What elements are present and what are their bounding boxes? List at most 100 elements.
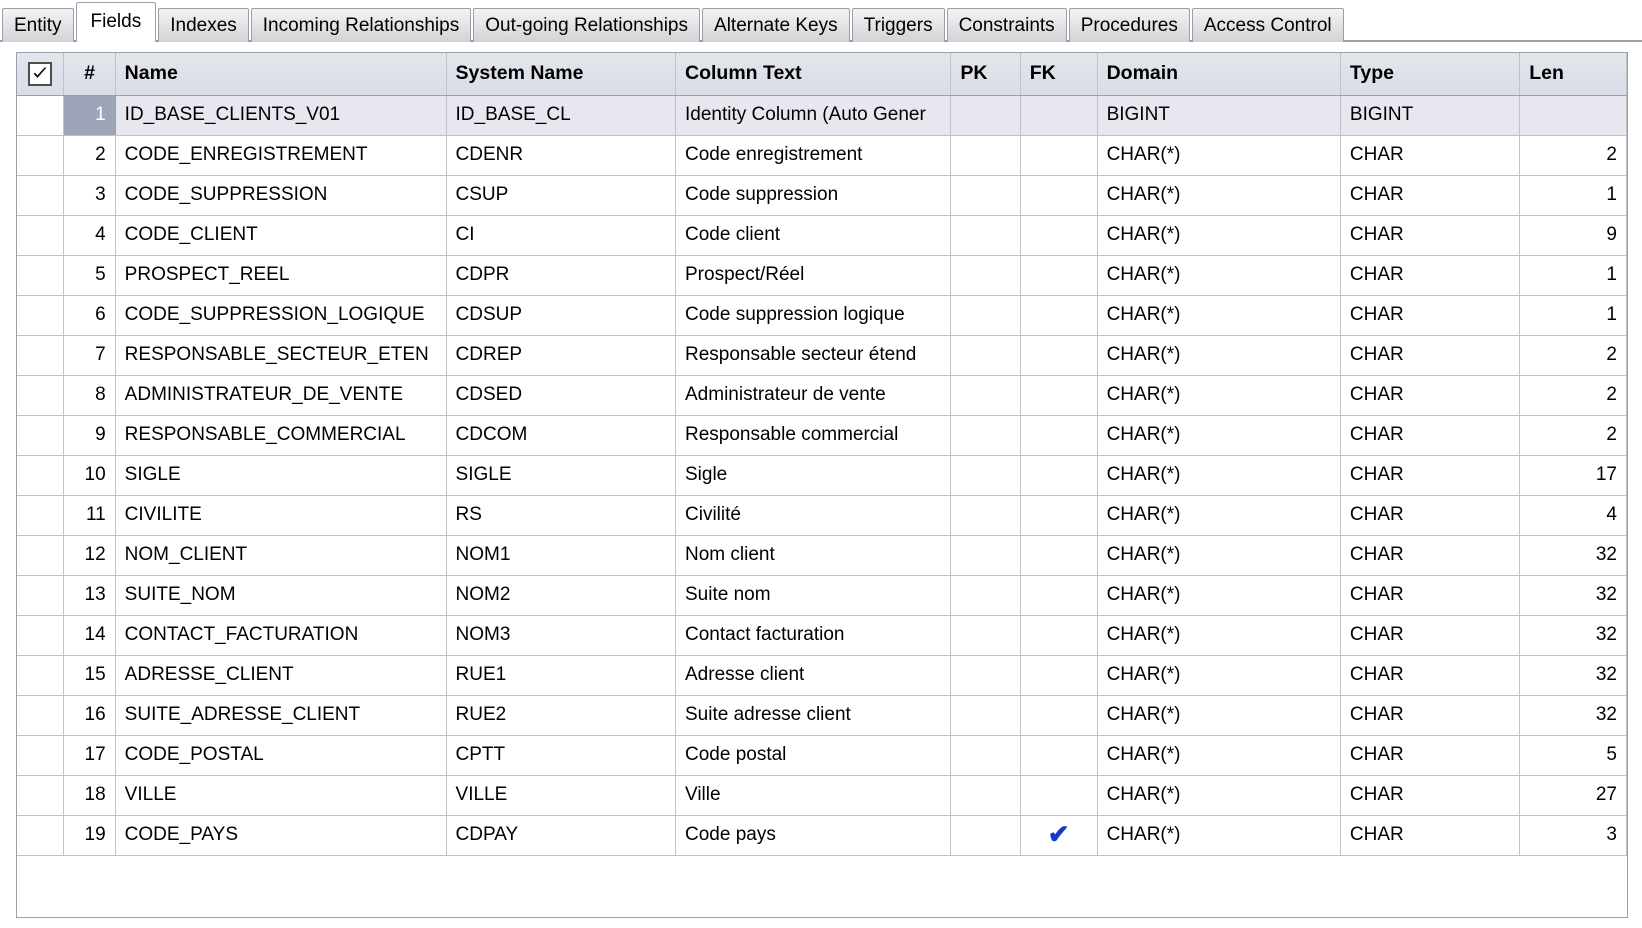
cell-text[interactable]: Adresse client	[675, 655, 952, 696]
row-select-checkbox[interactable]	[17, 615, 65, 656]
cell-system[interactable]: RS	[446, 495, 677, 536]
cell-fk[interactable]	[1020, 135, 1098, 176]
cell-len[interactable]: 32	[1519, 535, 1627, 576]
cell-num[interactable]: 3	[63, 175, 116, 216]
cell-domain[interactable]: CHAR(*)	[1097, 575, 1341, 616]
cell-fk[interactable]	[1020, 695, 1098, 736]
cell-fk[interactable]	[1020, 455, 1098, 496]
table-row[interactable]: 1 ID_BASE_CLIENTS_V01 ID_BASE_CL Identity C…	[17, 95, 1627, 136]
row-select-checkbox[interactable]	[17, 375, 65, 416]
cell-len[interactable]: 32	[1519, 575, 1627, 616]
table-row[interactable]: 17 CODE_POSTAL CPTT Code postal CHAR(*) CHAR 5	[17, 735, 1627, 776]
cell-pk[interactable]	[950, 415, 1021, 456]
cell-domain[interactable]: CHAR(*)	[1097, 655, 1341, 696]
table-row[interactable]: 18 VILLE VILLE Ville CHAR(*) CHAR 27	[17, 775, 1627, 816]
cell-fk[interactable]	[1020, 735, 1098, 776]
cell-len[interactable]: 2	[1519, 415, 1627, 456]
table-row[interactable]: 14 CONTACT_FACTURATION NOM3 Contact factura…	[17, 615, 1627, 656]
cell-text[interactable]: Responsable secteur étend	[675, 335, 952, 376]
cell-num[interactable]: 19	[63, 815, 116, 856]
cell-name[interactable]: CODE_SUPPRESSION_LOGIQUE	[115, 295, 447, 336]
tab-incoming-relationships[interactable]: Incoming Relationships	[250, 8, 472, 42]
table-row[interactable]: 2 CODE_ENREGISTREMENT CDENR Code enregistre…	[17, 135, 1627, 176]
cell-type[interactable]: CHAR	[1340, 815, 1521, 856]
cell-domain[interactable]: CHAR(*)	[1097, 335, 1341, 376]
cell-pk[interactable]	[950, 295, 1021, 336]
cell-type[interactable]: CHAR	[1340, 455, 1521, 496]
column-header-pk[interactable]: PK	[950, 53, 1021, 96]
cell-name[interactable]: CODE_SUPPRESSION	[115, 175, 447, 216]
column-header-system[interactable]: System Name	[446, 53, 677, 96]
cell-name[interactable]: VILLE	[115, 775, 447, 816]
cell-pk[interactable]	[950, 575, 1021, 616]
cell-len[interactable]	[1519, 95, 1627, 136]
row-select-checkbox[interactable]	[17, 735, 65, 776]
cell-fk[interactable]	[1020, 535, 1098, 576]
cell-num[interactable]: 10	[63, 455, 116, 496]
cell-num[interactable]: 17	[63, 735, 116, 776]
cell-system[interactable]: NOM3	[446, 615, 677, 656]
cell-domain[interactable]: CHAR(*)	[1097, 455, 1341, 496]
cell-fk[interactable]	[1020, 255, 1098, 296]
cell-pk[interactable]	[950, 815, 1021, 856]
tab-alternate-keys[interactable]: Alternate Keys	[702, 8, 850, 42]
cell-system[interactable]: CDPAY	[446, 815, 677, 856]
cell-name[interactable]: RESPONSABLE_SECTEUR_ETEN	[115, 335, 447, 376]
row-select-checkbox[interactable]	[17, 695, 65, 736]
cell-pk[interactable]	[950, 175, 1021, 216]
row-select-checkbox[interactable]	[17, 215, 65, 256]
cell-num[interactable]: 15	[63, 655, 116, 696]
cell-domain[interactable]: CHAR(*)	[1097, 135, 1341, 176]
cell-domain[interactable]: CHAR(*)	[1097, 175, 1341, 216]
cell-system[interactable]: CDSUP	[446, 295, 677, 336]
cell-name[interactable]: NOM_CLIENT	[115, 535, 447, 576]
cell-system[interactable]: SIGLE	[446, 455, 677, 496]
cell-num[interactable]: 5	[63, 255, 116, 296]
cell-system[interactable]: CI	[446, 215, 677, 256]
cell-pk[interactable]	[950, 535, 1021, 576]
cell-domain[interactable]: CHAR(*)	[1097, 735, 1341, 776]
cell-type[interactable]: CHAR	[1340, 775, 1521, 816]
cell-fk[interactable]	[1020, 95, 1098, 136]
tab-entity[interactable]: Entity	[2, 8, 74, 42]
table-row[interactable]: 11 CIVILITE RS Civilité CHAR(*) CHAR 4	[17, 495, 1627, 536]
cell-text[interactable]: Identity Column (Auto Gener	[675, 95, 952, 136]
column-header-fk[interactable]: FK	[1020, 53, 1098, 96]
table-row[interactable]: 19 CODE_PAYS CDPAY Code pays ✔ CHAR(*) CHAR 3	[17, 815, 1627, 856]
cell-pk[interactable]	[950, 215, 1021, 256]
table-row[interactable]: 8 ADMINISTRATEUR_DE_VENTE CDSED Administrat…	[17, 375, 1627, 416]
cell-len[interactable]: 32	[1519, 615, 1627, 656]
column-header-select[interactable]	[17, 53, 65, 96]
cell-text[interactable]: Code client	[675, 215, 952, 256]
table-row[interactable]: 13 SUITE_NOM NOM2 Suite nom CHAR(*) CHAR 32	[17, 575, 1627, 616]
cell-len[interactable]: 3	[1519, 815, 1627, 856]
cell-type[interactable]: CHAR	[1340, 655, 1521, 696]
cell-len[interactable]: 5	[1519, 735, 1627, 776]
cell-fk[interactable]	[1020, 375, 1098, 416]
row-select-checkbox[interactable]	[17, 495, 65, 536]
cell-system[interactable]: CDCOM	[446, 415, 677, 456]
cell-type[interactable]: CHAR	[1340, 575, 1521, 616]
cell-len[interactable]: 17	[1519, 455, 1627, 496]
cell-text[interactable]: Code suppression	[675, 175, 952, 216]
cell-domain[interactable]: CHAR(*)	[1097, 375, 1341, 416]
cell-text[interactable]: Sigle	[675, 455, 952, 496]
row-select-checkbox[interactable]	[17, 135, 65, 176]
table-row[interactable]: 16 SUITE_ADRESSE_CLIENT RUE2 Suite adresse …	[17, 695, 1627, 736]
tab-fields[interactable]: Fields	[75, 2, 157, 44]
row-select-checkbox[interactable]	[17, 575, 65, 616]
cell-text[interactable]: Civilité	[675, 495, 952, 536]
cell-pk[interactable]	[950, 695, 1021, 736]
table-row[interactable]: 12 NOM_CLIENT NOM1 Nom client CHAR(*) CHAR 32	[17, 535, 1627, 576]
cell-len[interactable]: 2	[1519, 135, 1627, 176]
cell-type[interactable]: CHAR	[1340, 215, 1521, 256]
cell-domain[interactable]: CHAR(*)	[1097, 255, 1341, 296]
cell-system[interactable]: RUE1	[446, 655, 677, 696]
cell-num[interactable]: 12	[63, 535, 116, 576]
cell-type[interactable]: CHAR	[1340, 735, 1521, 776]
cell-num[interactable]: 8	[63, 375, 116, 416]
cell-fk[interactable]: ✔	[1020, 815, 1098, 856]
tab-procedures[interactable]: Procedures	[1068, 8, 1190, 42]
cell-domain[interactable]: CHAR(*)	[1097, 495, 1341, 536]
cell-system[interactable]: CSUP	[446, 175, 677, 216]
